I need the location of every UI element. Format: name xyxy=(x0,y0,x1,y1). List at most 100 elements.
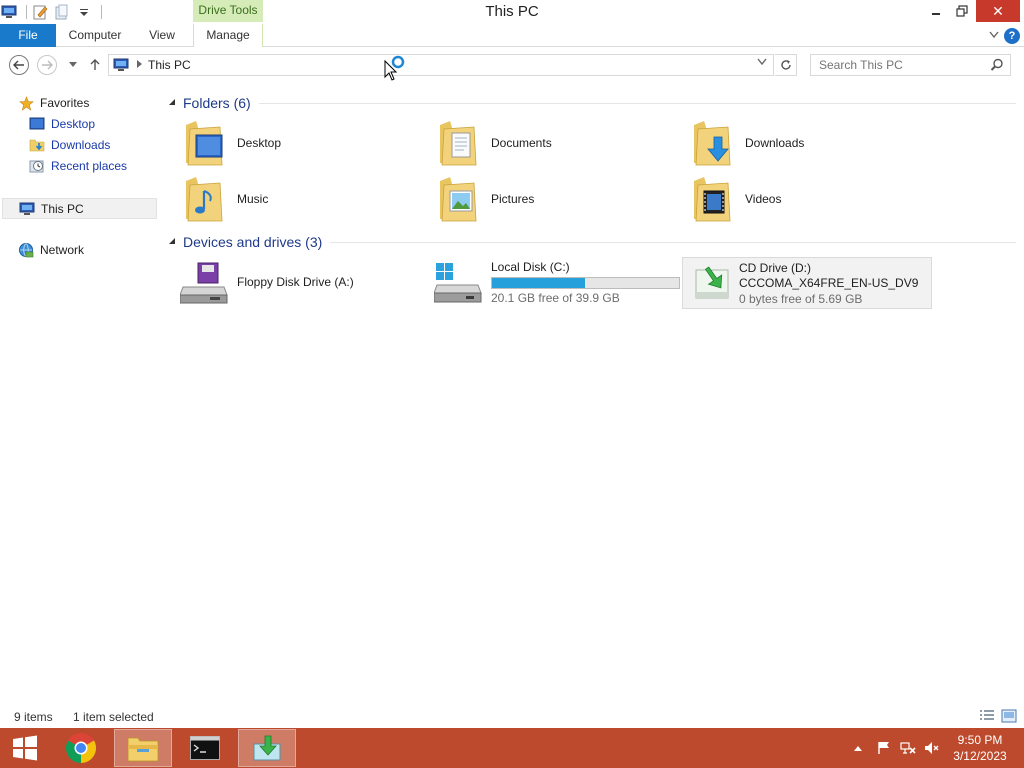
tab-manage[interactable]: Manage xyxy=(193,24,263,47)
collapse-triangle-icon xyxy=(168,98,176,108)
drive-local-c[interactable]: Local Disk (C:) 20.1 GB free of 39.9 GB xyxy=(422,257,682,309)
chevron-down-icon xyxy=(69,62,77,67)
nav-recent-places[interactable]: Recent places xyxy=(29,157,127,175)
search-icon[interactable] xyxy=(990,58,1004,72)
taskbar: 9:50 PM 3/12/2023 xyxy=(0,728,1024,768)
new-folder-icon[interactable] xyxy=(53,3,71,21)
folders-group-header[interactable]: Folders (6) xyxy=(168,93,1016,113)
nav-network[interactable]: Network xyxy=(18,241,84,259)
up-button[interactable] xyxy=(85,55,105,75)
ribbon-tabs: File Computer View Manage ? xyxy=(0,24,1024,47)
search-box[interactable] xyxy=(810,54,1011,76)
drive-floppy-a-label: Floppy Disk Drive (A:) xyxy=(237,275,354,289)
navigation-pane: Favorites Desktop Downloads Recent place… xyxy=(0,90,158,700)
minimize-icon xyxy=(932,13,940,15)
minimize-button[interactable] xyxy=(924,0,948,22)
forward-button[interactable] xyxy=(37,55,57,75)
forward-arrow-icon xyxy=(42,60,53,70)
drive-cd-d-label: CD Drive (D:) xyxy=(739,261,811,275)
folder-desktop-label: Desktop xyxy=(237,136,282,150)
music-folder-icon xyxy=(180,175,228,223)
selection-count: 1 item selected xyxy=(73,710,154,724)
nav-this-pc[interactable]: This PC xyxy=(2,198,157,219)
folder-music[interactable]: Music xyxy=(168,173,418,225)
taskbar-chrome-button[interactable] xyxy=(52,729,110,767)
computer-icon xyxy=(113,58,129,71)
desktop-icon xyxy=(29,116,45,132)
action-center-flag-icon[interactable] xyxy=(872,741,896,755)
this-pc-window-icon[interactable] xyxy=(0,3,18,21)
this-pc-icon xyxy=(19,201,35,217)
details-view-icon xyxy=(980,710,994,720)
close-button[interactable]: ✕ xyxy=(976,0,1020,22)
folder-pictures[interactable]: Pictures xyxy=(422,173,672,225)
ribbon-right-controls: ? xyxy=(984,26,1024,46)
large-icons-view-button[interactable] xyxy=(1001,709,1017,723)
chevron-up-icon xyxy=(854,746,862,751)
properties-icon[interactable] xyxy=(31,3,49,21)
expand-ribbon-chevron-icon[interactable] xyxy=(984,30,1004,42)
taskbar-command-prompt-button[interactable] xyxy=(176,729,234,767)
drive-tools-context-label: Drive Tools xyxy=(193,0,263,22)
recent-locations-button[interactable] xyxy=(63,55,83,75)
folder-videos[interactable]: Videos xyxy=(676,173,926,225)
folders-group-title: Folders (6) xyxy=(183,95,251,111)
nav-network-label: Network xyxy=(40,243,85,257)
pictures-folder-icon xyxy=(434,175,482,223)
network-status-icon[interactable] xyxy=(896,741,920,755)
navigation-bar: This PC xyxy=(0,51,1024,79)
refresh-button[interactable] xyxy=(775,54,797,76)
customize-qat-chevron-icon[interactable] xyxy=(75,3,93,21)
tab-view[interactable]: View xyxy=(140,24,184,47)
folder-music-label: Music xyxy=(237,192,269,206)
back-arrow-icon xyxy=(13,60,24,70)
drive-floppy-a[interactable]: Floppy Disk Drive (A:) xyxy=(168,257,418,309)
volume-muted-icon[interactable] xyxy=(920,741,944,755)
drive-cd-d-volume-label: CCCOMA_X64FRE_EN-US_DV9 xyxy=(739,276,919,290)
address-history-dropdown-icon[interactable] xyxy=(757,58,767,69)
drive-local-c-label: Local Disk (C:) xyxy=(491,260,570,274)
folder-desktop[interactable]: Desktop xyxy=(168,117,418,169)
tab-file[interactable]: File xyxy=(0,24,56,47)
taskbar-clock[interactable]: 9:50 PM 3/12/2023 xyxy=(942,732,1018,764)
folder-pictures-label: Pictures xyxy=(491,192,535,206)
nav-favorites[interactable]: Favorites xyxy=(18,94,89,112)
item-count: 9 items xyxy=(14,710,53,724)
documents-folder-icon xyxy=(434,119,482,167)
nav-downloads-label: Downloads xyxy=(51,138,111,152)
taskbar-file-explorer-button[interactable] xyxy=(114,729,172,767)
window-title: This PC xyxy=(485,3,539,20)
breadcrumb-this-pc[interactable]: This PC xyxy=(148,58,191,72)
refresh-icon xyxy=(780,60,791,70)
taskbar-installer-button[interactable] xyxy=(238,729,296,767)
qat-separator xyxy=(26,5,27,19)
qat-separator-end xyxy=(101,5,102,19)
drive-local-c-usage-fill xyxy=(492,278,585,288)
address-bar[interactable]: This PC xyxy=(108,54,774,76)
nav-desktop[interactable]: Desktop xyxy=(29,115,95,133)
folder-documents[interactable]: Documents xyxy=(422,117,672,169)
start-button[interactable] xyxy=(0,729,50,767)
nav-recent-places-label: Recent places xyxy=(51,159,128,173)
downloads-icon xyxy=(29,137,45,153)
mouse-cursor xyxy=(384,55,408,81)
help-icon[interactable]: ? xyxy=(1004,28,1020,44)
local-disk-icon xyxy=(433,261,482,305)
folder-downloads[interactable]: Downloads xyxy=(676,117,926,169)
back-button[interactable] xyxy=(9,55,29,75)
drive-cd-d[interactable]: CD Drive (D:) CCCOMA_X64FRE_EN-US_DV9 0 … xyxy=(682,257,932,309)
tab-computer[interactable]: Computer xyxy=(60,24,130,47)
system-tray xyxy=(850,728,944,768)
nav-downloads[interactable]: Downloads xyxy=(29,136,110,154)
search-input[interactable] xyxy=(819,58,989,72)
details-view-button[interactable] xyxy=(979,709,995,723)
restore-button[interactable] xyxy=(950,0,974,22)
breadcrumb-arrow-icon[interactable] xyxy=(137,60,142,70)
restore-icon xyxy=(956,5,968,17)
recent-places-icon xyxy=(29,158,45,174)
nav-favorites-label: Favorites xyxy=(40,96,90,110)
drives-group-header[interactable]: Devices and drives (3) xyxy=(168,232,1016,252)
drive-cd-d-free-space: 0 bytes free of 5.69 GB xyxy=(739,292,863,306)
show-hidden-icons-button[interactable] xyxy=(850,745,866,751)
up-arrow-icon xyxy=(90,59,100,70)
